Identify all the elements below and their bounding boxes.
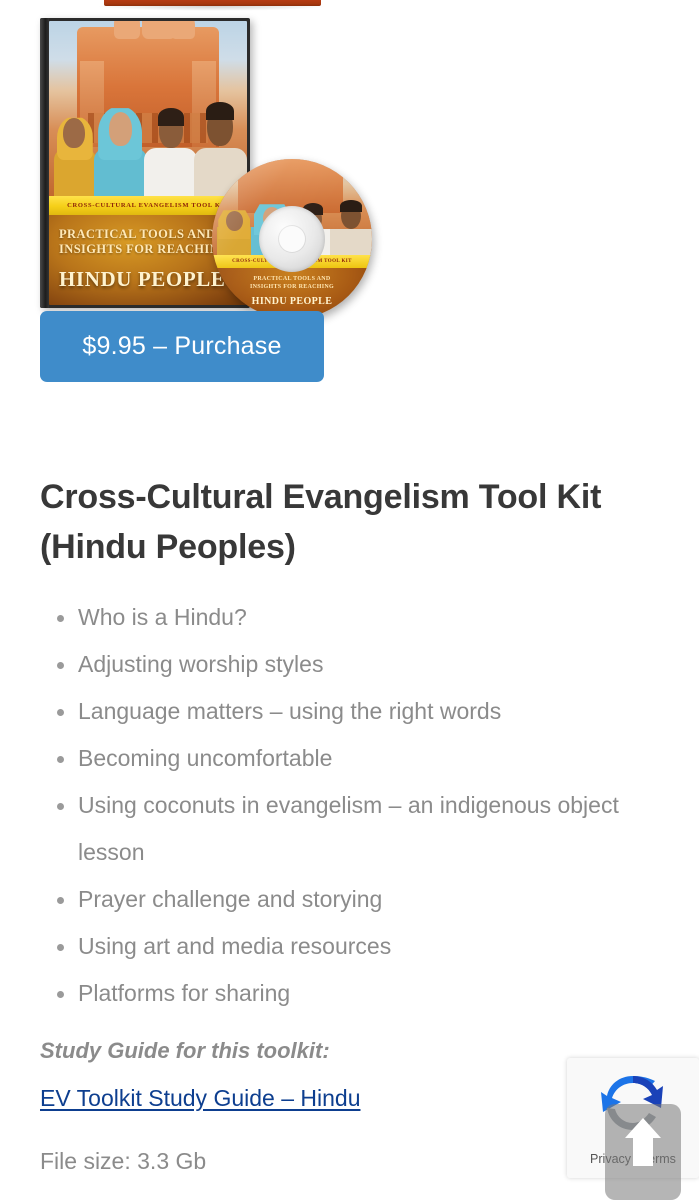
cover-line-1: PRACTICAL TOOLS AND bbox=[59, 227, 216, 241]
product-image[interactable]: CROSS-CULTURAL EVANGELISM TOOL KIT PRACT… bbox=[40, 16, 372, 319]
purchase-button[interactable]: $9.95 – Purchase bbox=[40, 311, 324, 382]
previous-image-shadow bbox=[96, 6, 329, 11]
page-title: Cross-Cultural Evangelism Tool Kit (Hind… bbox=[40, 478, 602, 566]
list-item: Becoming uncomfortable bbox=[40, 735, 650, 782]
list-item: Language matters – using the right words bbox=[40, 688, 650, 735]
list-item: Who is a Hindu? bbox=[40, 594, 650, 641]
feature-list: Who is a Hindu? Adjusting worship styles… bbox=[40, 594, 650, 1017]
list-item: Adjusting worship styles bbox=[40, 641, 650, 688]
list-item: Using coconuts in evangelism – an indige… bbox=[40, 782, 650, 876]
cover-line-2: INSIGHTS FOR REACHING bbox=[59, 242, 230, 256]
disc-headline: HINDU PEOPLE bbox=[251, 296, 333, 307]
file-size-text: File size: 3.3 Gb bbox=[40, 1148, 207, 1174]
disc-line-2: INSIGHTS FOR REACHING bbox=[250, 284, 334, 290]
cover-band-text: CROSS-CULTURAL EVANGELISM TOOL KIT bbox=[67, 202, 229, 209]
cover-headline: HINDU PEOPLE bbox=[59, 267, 226, 291]
disc-center-hub bbox=[259, 206, 325, 272]
dvd-disc-artwork: CROSS-CULTURAL EVANGELISM TOOL KIT PRACT… bbox=[212, 159, 372, 319]
study-guide-link[interactable]: EV Toolkit Study Guide – Hindu bbox=[40, 1085, 360, 1112]
list-item: Using art and media resources bbox=[40, 923, 650, 970]
product-page: CROSS-CULTURAL EVANGELISM TOOL KIT PRACT… bbox=[0, 0, 699, 1200]
arrow-up-icon bbox=[625, 1118, 661, 1166]
dvd-case-spine bbox=[40, 18, 49, 308]
disc-line-1: PRACTICAL TOOLS AND bbox=[253, 276, 331, 282]
list-item: Prayer challenge and storying bbox=[40, 876, 650, 923]
scroll-to-top-button[interactable] bbox=[605, 1104, 681, 1200]
list-item: Platforms for sharing bbox=[40, 970, 650, 1017]
study-guide-label: Study Guide for this toolkit: bbox=[40, 1038, 330, 1063]
